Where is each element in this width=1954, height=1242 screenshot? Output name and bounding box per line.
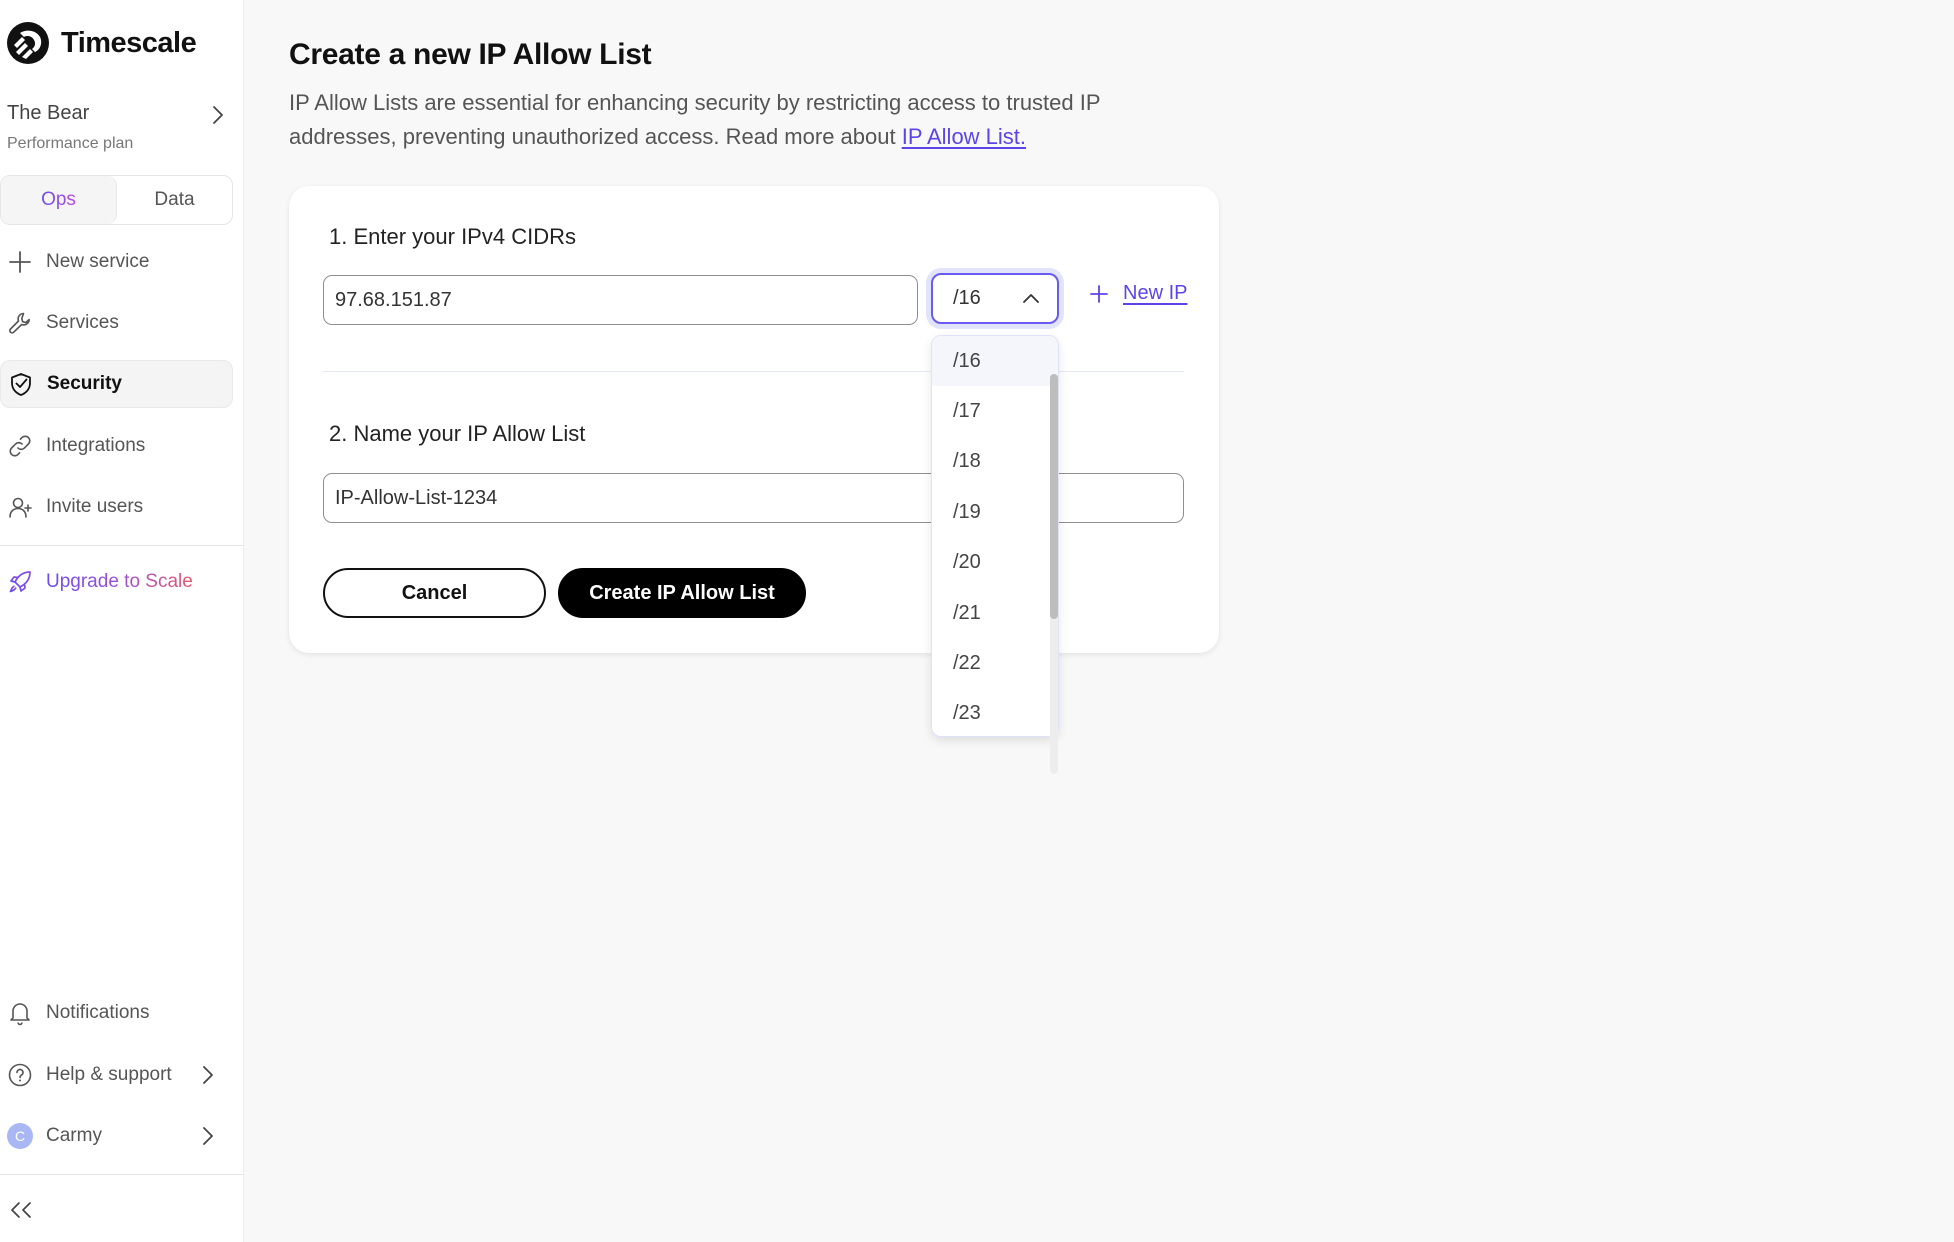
sidebar-divider <box>0 1174 244 1175</box>
upgrade-to-scale-link[interactable]: Upgrade to Scale <box>0 558 233 606</box>
ip-allow-list-docs-link[interactable]: IP Allow List. <box>902 124 1026 149</box>
sidebar-item-new-service[interactable]: New service <box>0 238 233 286</box>
bell-icon <box>10 1003 30 1026</box>
step2-label: 2. Name your IP Allow List <box>329 421 586 446</box>
cidr-select-value: /16 <box>953 287 981 309</box>
cidr-select[interactable]: /16 <box>931 273 1059 324</box>
cidr-option[interactable]: /18 <box>932 437 1058 487</box>
sidebar-divider <box>0 545 244 546</box>
user-name: Carmy <box>46 1125 102 1146</box>
chevron-up-icon <box>1023 294 1039 303</box>
chevron-right-icon <box>213 106 223 124</box>
sidebar-item-label: Services <box>46 312 119 333</box>
create-allow-list-card: 1. Enter your IPv4 CIDRs /16 New IP 2. N… <box>289 186 1219 653</box>
project-name: The Bear <box>7 102 90 124</box>
rocket-icon <box>9 571 31 593</box>
create-ip-allow-list-button[interactable]: Create IP Allow List <box>558 568 806 618</box>
dropdown-scrollbar-thumb[interactable] <box>1050 374 1058 619</box>
cidr-option[interactable]: /19 <box>932 487 1058 537</box>
sidebar-item-user-account[interactable]: C Carmy <box>0 1112 233 1160</box>
ip-address-input[interactable] <box>323 275 918 325</box>
sidebar-item-help-support[interactable]: Help & support <box>0 1051 233 1099</box>
project-plan: Performance plan <box>7 135 134 152</box>
page-title: Create a new IP Allow List <box>289 38 652 71</box>
brand-name: Timescale <box>61 26 197 59</box>
chevrons-left-icon[interactable] <box>8 1198 36 1222</box>
plus-icon <box>9 251 31 273</box>
avatar: C <box>7 1123 33 1149</box>
tab-data[interactable]: Data <box>117 176 232 224</box>
step1-label: 1. Enter your IPv4 CIDRs <box>329 224 576 249</box>
tab-data-label: Data <box>154 189 195 210</box>
tab-ops-label: Ops <box>41 189 76 210</box>
cidr-dropdown-menu: /16 /17 /18 /19 /20 /21 /22 /23 <box>931 335 1059 737</box>
cidr-option[interactable]: /20 <box>932 538 1058 588</box>
help-circle-icon <box>8 1063 32 1087</box>
sidebar-item-label: Security <box>47 373 122 394</box>
plus-icon <box>1090 284 1108 303</box>
sidebar: Timescale The Bear Performance plan Ops … <box>0 0 244 1242</box>
sidebar-item-services[interactable]: Services <box>0 299 233 347</box>
cidr-option[interactable]: /17 <box>932 386 1058 436</box>
sidebar-item-integrations[interactable]: Integrations <box>0 422 233 470</box>
cidr-option[interactable]: /16 <box>932 336 1058 387</box>
chevron-right-icon <box>203 1066 213 1084</box>
link-icon <box>9 435 31 457</box>
cidr-option[interactable]: /22 <box>932 638 1058 688</box>
wrench-icon <box>9 312 30 334</box>
sidebar-item-label: New service <box>46 251 150 272</box>
timescale-logo-icon <box>7 22 49 64</box>
cancel-button[interactable]: Cancel <box>323 568 546 618</box>
user-plus-icon <box>9 497 32 518</box>
new-ip-button[interactable]: New IP <box>1089 282 1187 305</box>
sidebar-item-label: Notifications <box>46 1002 150 1023</box>
project-switcher[interactable]: The Bear Performance plan <box>7 102 229 153</box>
sidebar-item-notifications[interactable]: Notifications <box>0 989 233 1037</box>
mode-toggle: Ops Data <box>0 175 233 225</box>
sidebar-item-security[interactable]: Security <box>0 360 233 408</box>
sidebar-item-invite-users[interactable]: Invite users <box>0 483 233 531</box>
cidr-option[interactable]: /23 <box>932 689 1058 736</box>
sidebar-item-label: Help & support <box>46 1064 172 1085</box>
new-ip-label: New IP <box>1123 282 1188 304</box>
brand-logo[interactable]: Timescale <box>6 21 197 65</box>
shield-check-icon <box>11 373 31 396</box>
sidebar-item-label: Invite users <box>46 496 144 517</box>
tab-ops[interactable]: Ops <box>1 176 117 224</box>
upgrade-label: Upgrade to Scale <box>46 571 193 592</box>
chevron-right-icon <box>203 1127 213 1145</box>
sidebar-item-label: Integrations <box>46 435 146 456</box>
page-description: IP Allow Lists are essential for enhanci… <box>289 86 1209 154</box>
cidr-option[interactable]: /21 <box>932 588 1058 638</box>
